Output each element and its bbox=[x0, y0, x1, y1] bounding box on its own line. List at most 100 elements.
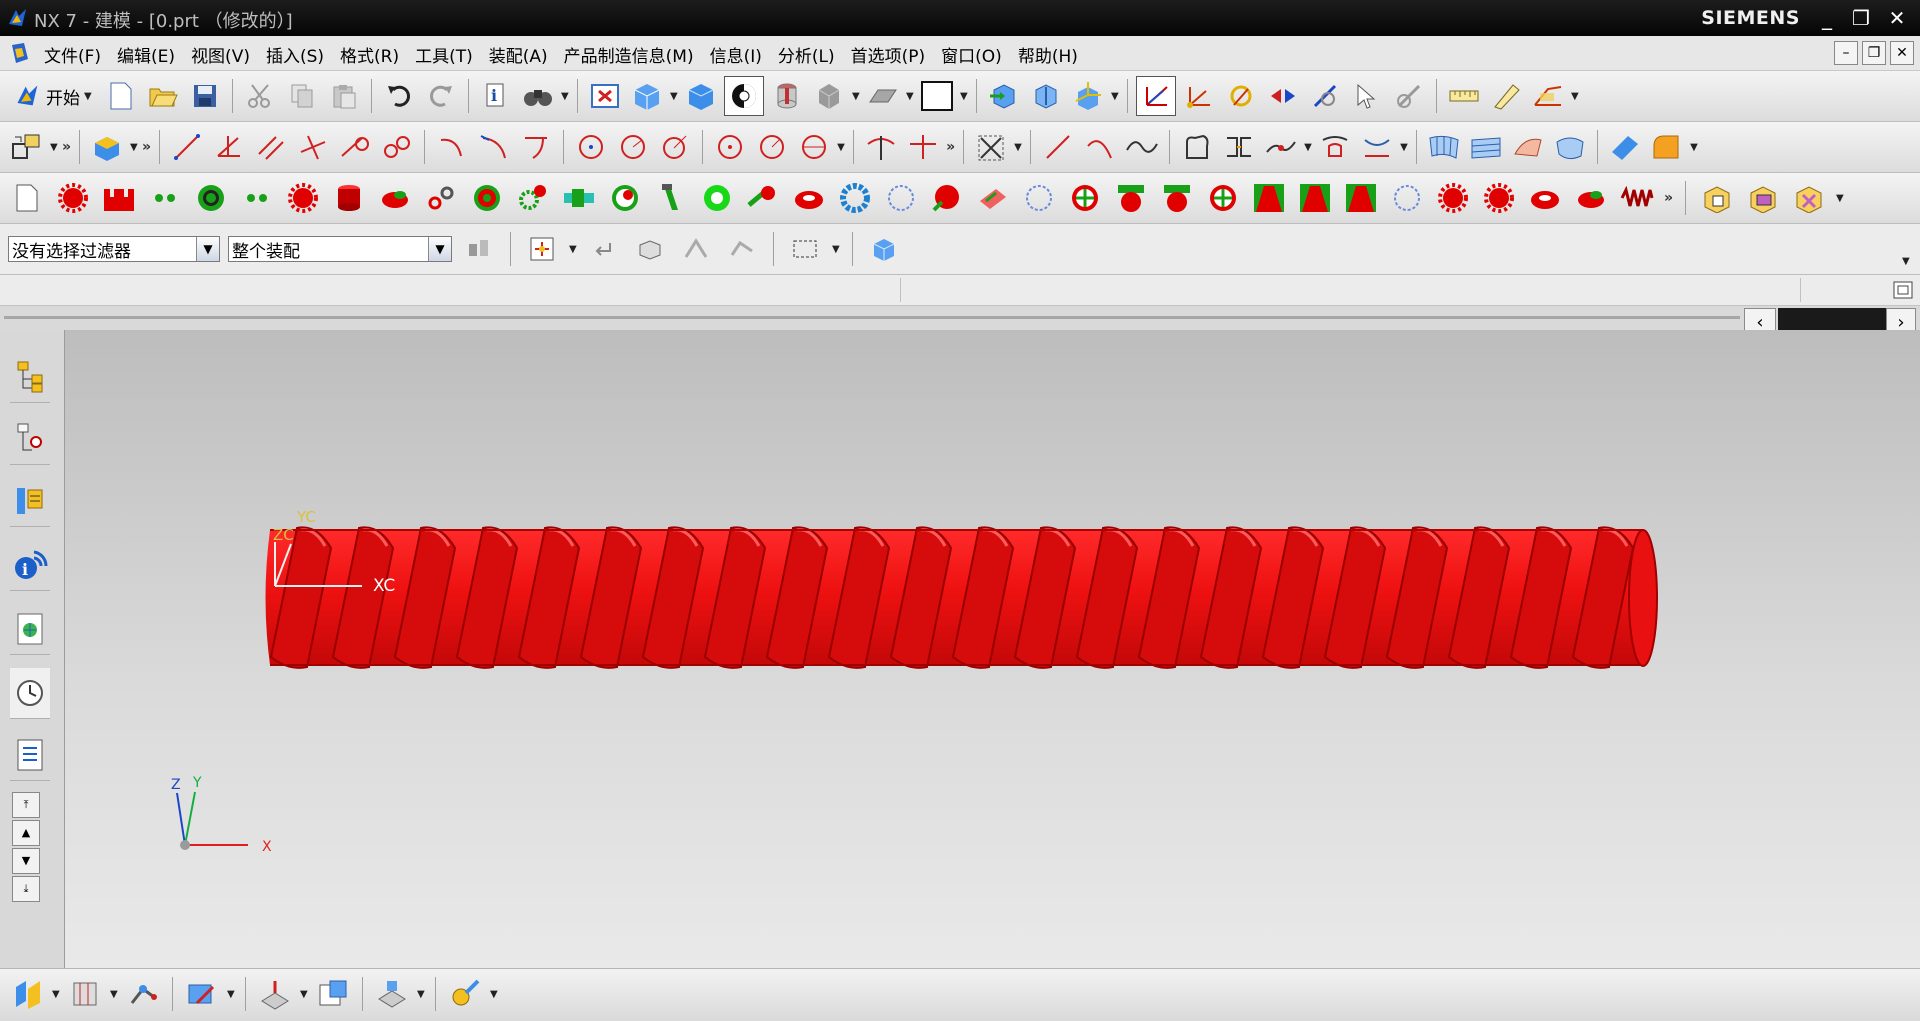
tooth-profile-2-button[interactable] bbox=[1296, 179, 1334, 217]
chain-button[interactable] bbox=[422, 179, 460, 217]
assembly-navigator-button[interactable] bbox=[10, 352, 50, 403]
gear-1-button[interactable] bbox=[54, 179, 92, 217]
menu-tools[interactable]: 工具(T) bbox=[411, 42, 485, 67]
washer-2-button[interactable] bbox=[1526, 179, 1564, 217]
tooth-profile-button[interactable] bbox=[1250, 179, 1288, 217]
reuse-library-button[interactable]: i bbox=[10, 540, 50, 591]
doc-restore-button[interactable]: ❐ bbox=[1862, 41, 1886, 65]
spur-gear-button[interactable] bbox=[284, 179, 322, 217]
save-button[interactable] bbox=[186, 77, 224, 115]
tangent-circles-button[interactable] bbox=[378, 128, 416, 166]
constraint-navigator-button[interactable] bbox=[10, 414, 50, 465]
chevron-down-icon[interactable]: ▼ bbox=[832, 244, 840, 255]
utilities-button[interactable] bbox=[446, 975, 484, 1013]
redo-button[interactable] bbox=[422, 77, 460, 115]
line-at-angle-button[interactable] bbox=[210, 128, 248, 166]
measure-angle-button[interactable] bbox=[1487, 77, 1525, 115]
trim-curve-button[interactable] bbox=[862, 128, 900, 166]
chevron-down-icon[interactable]: ▼ bbox=[300, 989, 308, 1000]
document-menu-icon[interactable] bbox=[8, 41, 32, 65]
scroll-up-button[interactable]: ▲ bbox=[12, 820, 40, 846]
menu-help[interactable]: 帮助(H) bbox=[1014, 42, 1090, 67]
add-component-button[interactable] bbox=[1698, 179, 1736, 217]
gear-pair-button[interactable] bbox=[238, 179, 276, 217]
circle-diameter-button[interactable] bbox=[795, 128, 833, 166]
arc-button[interactable] bbox=[433, 128, 471, 166]
scroll-top-button[interactable]: ⤒ bbox=[12, 792, 40, 818]
chevron-down-icon[interactable]: ▼ bbox=[561, 91, 569, 102]
fit-view-button[interactable] bbox=[586, 77, 624, 115]
overflow-chevron-icon[interactable]: » bbox=[1664, 190, 1673, 206]
gear-outline-button[interactable] bbox=[882, 179, 920, 217]
through-curves-button[interactable] bbox=[1467, 128, 1505, 166]
gear-ring-blue-button[interactable] bbox=[836, 179, 874, 217]
drafting-button[interactable] bbox=[183, 975, 221, 1013]
chevron-down-icon[interactable]: ▼ bbox=[1400, 142, 1408, 153]
menu-assembly[interactable]: 装配(A) bbox=[485, 42, 560, 67]
select-solid-button[interactable] bbox=[865, 230, 903, 268]
graphics-window[interactable]: XC ZC YC Z Y X bbox=[65, 330, 1920, 968]
type-filter-select[interactable]: 没有选择过滤器 ▼ bbox=[8, 236, 220, 262]
coupling-button[interactable] bbox=[744, 179, 782, 217]
chevron-down-icon[interactable]: ▼ bbox=[1690, 142, 1698, 153]
wcs-change-button[interactable] bbox=[1306, 77, 1344, 115]
chevron-down-icon[interactable]: ▼ bbox=[670, 91, 678, 102]
filter-settings-button[interactable] bbox=[460, 230, 498, 268]
gear-outline-2-button[interactable] bbox=[1020, 179, 1058, 217]
menu-preferences[interactable]: 首选项(P) bbox=[847, 42, 938, 67]
restore-button[interactable]: ❐ bbox=[1846, 4, 1876, 32]
system-materials-button[interactable] bbox=[10, 730, 50, 781]
point-circle-button[interactable] bbox=[711, 128, 749, 166]
chevron-down-icon[interactable]: ▼ bbox=[196, 237, 219, 261]
overflow-chevron-icon[interactable]: » bbox=[142, 139, 151, 155]
sprocket-2-button[interactable] bbox=[1158, 179, 1196, 217]
chevron-down-icon[interactable]: ▼ bbox=[852, 91, 860, 102]
gear-2-button[interactable] bbox=[1434, 179, 1472, 217]
chevron-down-icon[interactable]: ▼ bbox=[1836, 193, 1844, 204]
motion-button[interactable] bbox=[8, 975, 46, 1013]
move-component-button[interactable] bbox=[985, 77, 1023, 115]
wcs-dynamic-button[interactable] bbox=[1136, 76, 1176, 116]
chevron-down-icon[interactable]: ▼ bbox=[960, 91, 968, 102]
spring-button[interactable] bbox=[1618, 179, 1656, 217]
sprocket-button[interactable] bbox=[1112, 179, 1150, 217]
close-button[interactable]: ✕ bbox=[1882, 4, 1912, 32]
manufacturing-button[interactable] bbox=[256, 975, 294, 1013]
bridge-curve-button[interactable] bbox=[1220, 128, 1258, 166]
basic-arc-button[interactable] bbox=[1081, 128, 1119, 166]
cut-button[interactable] bbox=[241, 77, 279, 115]
menu-information[interactable]: 信息(I) bbox=[706, 42, 774, 67]
orient-view-button[interactable] bbox=[628, 77, 666, 115]
worm-gear-button[interactable] bbox=[376, 179, 414, 217]
section-view-button[interactable] bbox=[768, 77, 806, 115]
chevron-down-icon[interactable]: ▼ bbox=[1571, 91, 1579, 102]
wcs-orient-button[interactable] bbox=[1264, 77, 1302, 115]
surface-analysis-button[interactable] bbox=[1551, 128, 1589, 166]
threaded-screw-model[interactable] bbox=[265, 526, 1658, 669]
circle-tangent-button[interactable] bbox=[656, 128, 694, 166]
chevron-down-icon[interactable]: ▼ bbox=[130, 142, 138, 153]
wcs-save-button[interactable] bbox=[1390, 77, 1428, 115]
wcs-origin-button[interactable] bbox=[1180, 77, 1218, 115]
full-screen-icon[interactable] bbox=[1892, 279, 1914, 301]
copy-button[interactable] bbox=[283, 77, 321, 115]
doc-close-button[interactable]: ✕ bbox=[1890, 41, 1914, 65]
sketch-button[interactable] bbox=[8, 128, 46, 166]
edge-blend-button[interactable] bbox=[1648, 128, 1686, 166]
wheel-button[interactable] bbox=[1066, 179, 1104, 217]
select-feature-button[interactable] bbox=[631, 230, 669, 268]
fea-button[interactable] bbox=[373, 975, 411, 1013]
web-browser-button[interactable] bbox=[10, 604, 50, 655]
intersection-curve-button[interactable] bbox=[1358, 128, 1396, 166]
basic-line-button[interactable] bbox=[1039, 128, 1077, 166]
sheet-surface-button[interactable] bbox=[1606, 128, 1644, 166]
cylinder-gear-button[interactable] bbox=[330, 179, 368, 217]
scroll-down-button[interactable]: ▼ bbox=[12, 848, 40, 874]
history-button[interactable] bbox=[10, 668, 50, 719]
perpendicular-line-button[interactable] bbox=[294, 128, 332, 166]
belt-button[interactable] bbox=[974, 179, 1012, 217]
parallel-line-button[interactable] bbox=[252, 128, 290, 166]
divide-curve-button[interactable] bbox=[904, 128, 942, 166]
chevron-down-icon[interactable]: ▼ bbox=[50, 142, 58, 153]
circle-center-button[interactable] bbox=[572, 128, 610, 166]
